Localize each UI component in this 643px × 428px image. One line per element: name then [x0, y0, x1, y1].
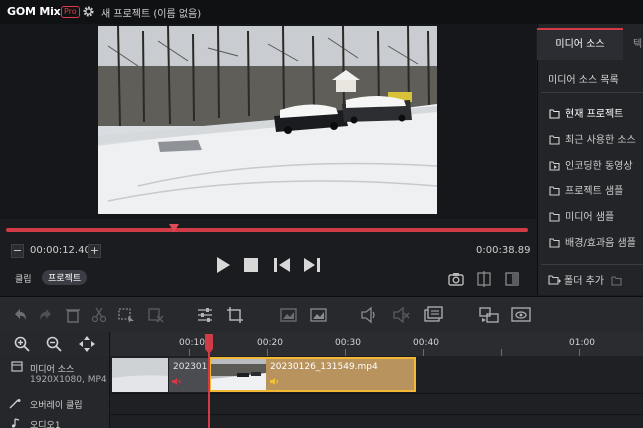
tick-label: 00:20 [257, 338, 283, 348]
folder-icon [549, 135, 560, 145]
tab-text[interactable]: 텍 [633, 35, 642, 50]
app-logo: GOM Mix [7, 5, 61, 18]
divider [541, 92, 643, 93]
add-folder-label: 폴더 추가 [564, 276, 604, 287]
tick-label: 00:40 [413, 338, 439, 348]
media-item-label: 배경/효과음 샘플 [565, 238, 636, 249]
seek-bar[interactable] [6, 228, 528, 232]
folder-remove-icon[interactable] [611, 276, 623, 286]
next-frame-icon[interactable] [303, 256, 321, 274]
subtitle-edit-icon[interactable] [423, 305, 443, 323]
play-icon[interactable] [214, 256, 232, 274]
media-item-encoded[interactable]: 인코딩한 동영상 [549, 157, 633, 172]
ruler-tick [501, 349, 502, 356]
audio-volume-icon [270, 378, 278, 385]
overlay-track-label: 오버레이 클립 [30, 401, 83, 411]
detach-icon[interactable] [147, 306, 165, 324]
total-time: 0:00:38.89 [476, 245, 531, 256]
ruler-tick [579, 349, 580, 356]
snapshot-camera-icon[interactable] [447, 270, 465, 288]
delete-icon[interactable] [64, 306, 82, 324]
tab-media-source[interactable]: 미디어 소스 [537, 28, 623, 60]
add-folder-button[interactable]: 폴더 추가 [548, 272, 623, 287]
folder-add-icon [548, 275, 561, 285]
zoom-out-icon[interactable] [45, 335, 63, 353]
split-view-icon[interactable] [475, 270, 493, 288]
select-area-icon[interactable] [117, 306, 135, 324]
settings-gear-icon[interactable] [82, 5, 95, 18]
redo-icon[interactable] [37, 306, 55, 324]
video-preview [98, 26, 437, 214]
tick-label: 00:30 [335, 338, 361, 348]
clip-filename: 20230126_131549.mp4 [270, 362, 378, 372]
tick-label: 00:10 [179, 338, 205, 348]
time-increase-button[interactable]: + [88, 244, 101, 258]
tab-clip-view[interactable]: 클립 [15, 272, 32, 285]
export-frame-icon[interactable] [478, 306, 500, 324]
stop-icon[interactable] [242, 256, 260, 274]
prev-frame-icon[interactable] [273, 256, 291, 274]
media-list-title: 미디어 소스 목록 [548, 75, 619, 86]
preview-eye-icon[interactable] [510, 306, 532, 324]
seek-handle[interactable] [169, 223, 179, 233]
cut-scissors-icon[interactable] [90, 306, 108, 324]
volume-icon[interactable] [360, 306, 378, 324]
current-time[interactable]: 00:00:12.40 [30, 245, 91, 256]
playhead-handle[interactable] [204, 334, 214, 354]
title-bar [0, 0, 643, 24]
ruler-tick [189, 349, 190, 356]
media-item-bg-samples[interactable]: 배경/효과음 샘플 [549, 234, 636, 249]
divider [541, 264, 643, 265]
mute-icon[interactable] [392, 306, 410, 324]
clip-thumbnail [211, 359, 266, 390]
adjust-sliders-icon[interactable] [196, 306, 214, 324]
overlay-track-icon [9, 399, 21, 409]
video-track-info: 1920X1080, MP4 [30, 375, 107, 385]
image-left-icon[interactable] [277, 306, 299, 324]
undo-icon[interactable] [11, 306, 29, 324]
media-item-label: 현재 프로젝트 [565, 109, 624, 120]
timeline-clip-image[interactable] [112, 358, 168, 392]
media-item-current-project[interactable]: 현재 프로젝트 [549, 105, 623, 120]
fit-timeline-icon[interactable] [78, 335, 96, 353]
tab-project-view[interactable]: 프로젝트 [42, 270, 88, 285]
video-track-label: 미디어 소스 [30, 365, 75, 375]
folder-open-icon [549, 109, 560, 119]
clip-label: 2023012 [173, 362, 207, 372]
image-right-icon[interactable] [308, 306, 330, 324]
ruler-tick [345, 349, 346, 356]
folder-icon [549, 212, 560, 222]
music-note-icon [11, 418, 20, 428]
zoom-in-icon[interactable] [13, 335, 31, 353]
folder-icon [549, 186, 560, 196]
aspect-view-icon[interactable] [503, 270, 521, 288]
project-title: 새 프로젝트 (이름 없음) [101, 9, 202, 20]
crop-icon[interactable] [226, 306, 244, 324]
media-item-recent[interactable]: 최근 사용한 소스 [549, 131, 636, 146]
gom-mix-window: GOM Mix Pro 새 프로젝트 (이름 없음) − 00:00:12.40… [0, 0, 643, 428]
media-item-label: 인코딩한 동영상 [565, 161, 633, 172]
media-item-media-samples[interactable]: 미디어 샘플 [549, 208, 614, 223]
media-item-label: 최근 사용한 소스 [565, 135, 636, 146]
audio-muted-icon [172, 378, 181, 385]
pro-badge: Pro [61, 6, 80, 18]
ruler-tick [267, 349, 268, 356]
tick-label: 01:00 [569, 338, 595, 348]
media-item-label: 미디어 샘플 [565, 212, 615, 223]
time-decrease-button[interactable]: − [11, 244, 24, 258]
media-item-project-samples[interactable]: 프로젝트 샘플 [549, 182, 623, 197]
folder-icon [549, 238, 560, 248]
media-item-label: 프로젝트 샘플 [565, 186, 624, 197]
audio-track-label: 오디오1 [30, 421, 61, 428]
ruler-tick [423, 349, 424, 356]
folder-video-icon [549, 161, 560, 171]
media-track-icon [11, 361, 23, 372]
